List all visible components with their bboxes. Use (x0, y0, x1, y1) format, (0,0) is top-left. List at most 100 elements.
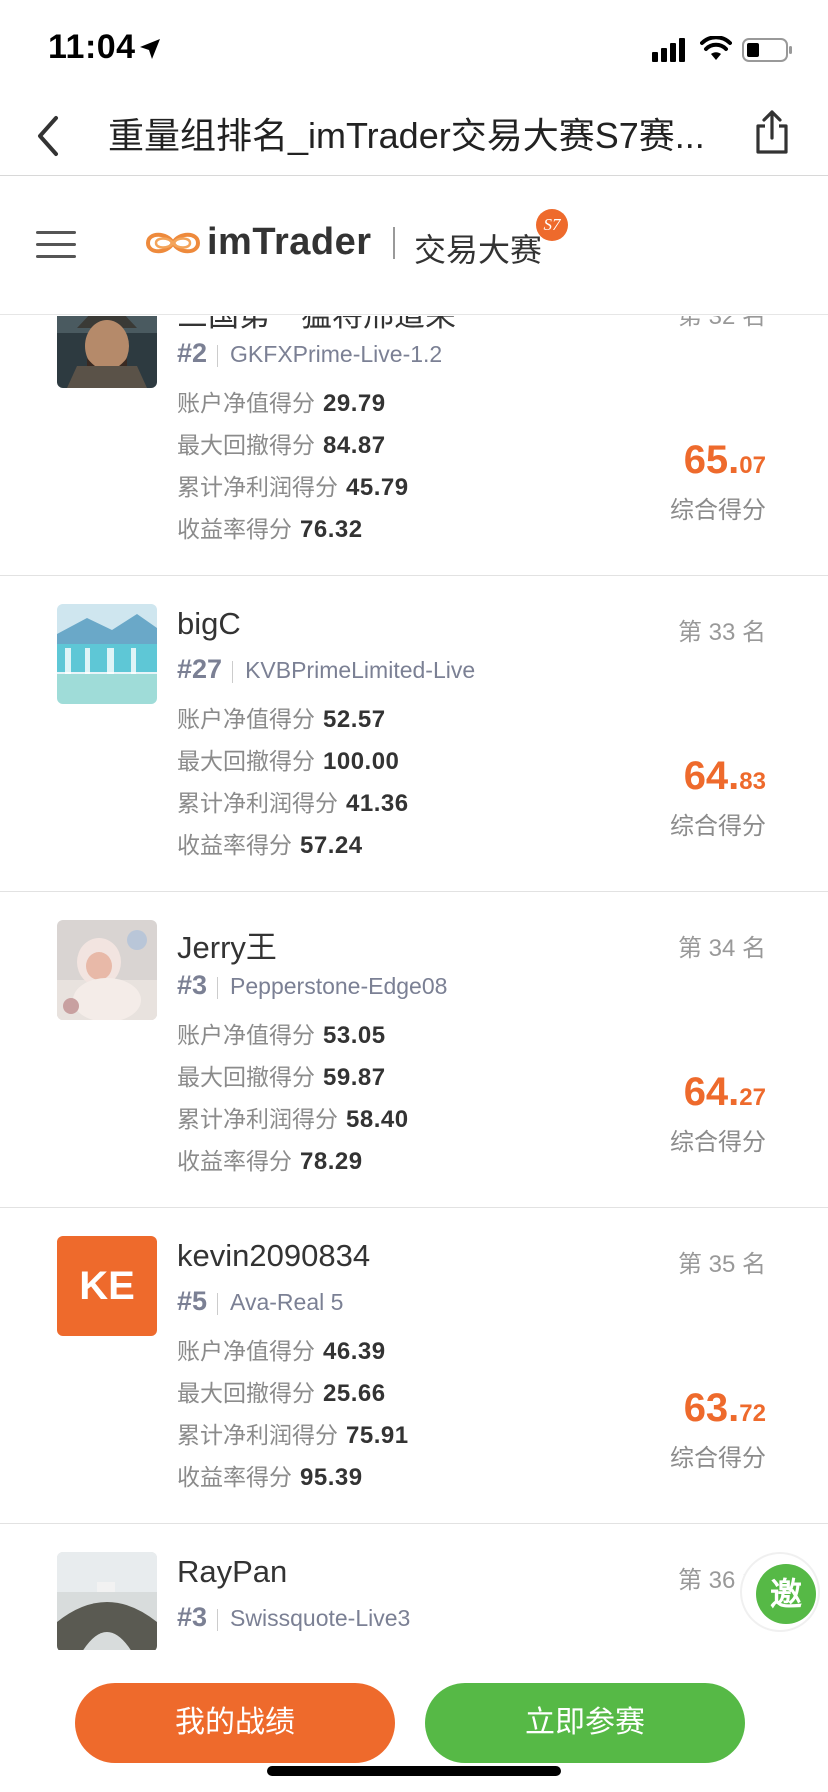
score-decimal: 07 (739, 452, 766, 479)
metric-drawdown: 最大回撤得分 25.66 (177, 1374, 386, 1408)
metric-value: 53.05 (323, 1022, 386, 1049)
season-badge: S7 (536, 209, 568, 241)
rank-line: #5 Ava-Real 5 (177, 1286, 343, 1317)
avatar (57, 604, 157, 704)
ranking-entry[interactable]: Jerry王 #3 Pepperstone-Edge08 账户净值得分 53.05 … (0, 892, 828, 1208)
invite-float-button[interactable]: 邀 (742, 1554, 818, 1630)
overall-place: 第 34 名 (677, 935, 766, 962)
metric-value: 25.66 (323, 1380, 386, 1407)
ranking-entry[interactable]: 三国第一猛将邢道荣 #2 GKFXPrime-Live-1.2 账户净值得分 29.… (0, 316, 828, 576)
nav-bar: 重量组排名_imTrader交易大赛S7赛... (0, 96, 828, 176)
divider (217, 1293, 219, 1316)
score-label: 综合得分 (670, 1129, 766, 1156)
divider (217, 977, 219, 1000)
metric-return: 收益率得分 95.39 (177, 1458, 363, 1492)
trader-name[interactable]: kevin2090834 (177, 1238, 370, 1274)
metric-label: 最大回撤得分 (177, 1380, 315, 1406)
hamburger-menu-icon[interactable] (36, 231, 76, 261)
infinity-logo-icon (145, 232, 201, 254)
wifi-icon (700, 36, 732, 60)
avatar (57, 920, 157, 1020)
overall-score: 64.83 (684, 754, 766, 799)
metric-label: 最大回撤得分 (177, 748, 315, 774)
cellular-signal-icon (652, 38, 685, 62)
trader-name[interactable]: RayPan (177, 1554, 287, 1590)
avatar (57, 316, 157, 388)
join-now-button[interactable]: 立即参赛 (425, 1683, 745, 1763)
invite-label: 邀 (756, 1564, 816, 1624)
server-name: Pepperstone-Edge08 (230, 973, 448, 999)
metric-label: 账户净值得分 (177, 390, 315, 416)
metric-value: 84.87 (323, 432, 386, 459)
trader-name[interactable]: Jerry王 (177, 922, 277, 967)
metric-value: 45.79 (346, 474, 409, 501)
metric-drawdown: 最大回撤得分 100.00 (177, 742, 399, 776)
ranking-entry[interactable]: bigC #27 KVBPrimeLimited-Live 账户净值得分 52.57… (0, 576, 828, 892)
ranking-entry[interactable]: KE kevin2090834 #5 Ava-Real 5 账户净值得分 46.39… (0, 1208, 828, 1524)
overall-place: 第 33 名 (677, 619, 766, 646)
score-integer: 64. (683, 1070, 740, 1114)
location-arrow-icon (140, 39, 160, 59)
metric-profit: 累计净利润得分 45.79 (177, 468, 409, 502)
score-integer: 64. (683, 754, 740, 798)
score-decimal: 83 (739, 768, 766, 795)
battery-icon (742, 38, 792, 62)
score-label: 综合得分 (670, 1445, 766, 1472)
metric-label: 账户净值得分 (177, 706, 315, 732)
metric-value: 29.79 (323, 390, 386, 417)
metric-drawdown: 最大回撤得分 59.87 (177, 1058, 386, 1092)
logo-text: imTrader (207, 221, 372, 263)
group-rank: #3 (177, 1602, 208, 1632)
avatar: KE (57, 1236, 157, 1336)
metric-value: 78.29 (300, 1148, 363, 1175)
trader-name[interactable]: 三国第一猛将邢道荣 (177, 316, 456, 335)
metric-label: 累计净利润得分 (177, 1422, 338, 1448)
metric-equity: 账户净值得分 46.39 (177, 1332, 386, 1366)
metric-value: 95.39 (300, 1464, 363, 1491)
my-record-button[interactable]: 我的战绩 (75, 1683, 395, 1763)
metric-label: 最大回撤得分 (177, 432, 315, 458)
group-rank: #5 (177, 1286, 208, 1316)
overall-score: 64.27 (684, 1070, 766, 1115)
rank-line: #3 Pepperstone-Edge08 (177, 970, 447, 1001)
status-time: 11:04 (48, 28, 136, 66)
trader-name[interactable]: bigC (177, 606, 241, 642)
rank-line: #3 Swissquote-Live3 (177, 1602, 410, 1633)
score-integer: 65. (683, 438, 740, 482)
server-name: Ava-Real 5 (230, 1289, 344, 1315)
metric-label: 账户净值得分 (177, 1022, 315, 1048)
metric-equity: 账户净值得分 52.57 (177, 700, 386, 734)
back-chevron-icon[interactable] (30, 112, 70, 160)
metric-equity: 账户净值得分 29.79 (177, 384, 386, 418)
metric-value: 75.91 (346, 1422, 409, 1449)
metric-value: 100.00 (323, 748, 400, 775)
group-rank: #3 (177, 970, 208, 1000)
metric-label: 收益率得分 (177, 1464, 292, 1490)
metric-profit: 累计净利润得分 75.91 (177, 1416, 409, 1450)
overall-score: 65.07 (684, 438, 766, 483)
overall-score: 63.72 (684, 1386, 766, 1431)
divider (217, 345, 219, 368)
metric-equity: 账户净值得分 53.05 (177, 1016, 386, 1050)
metric-label: 累计净利润得分 (177, 790, 338, 816)
server-name: Swissquote-Live3 (230, 1605, 411, 1631)
metric-profit: 累计净利润得分 58.40 (177, 1100, 409, 1134)
metric-return: 收益率得分 76.32 (177, 510, 363, 544)
ranking-entry[interactable]: RayPan #3 Swissquote-Live3 第 36 名 (0, 1524, 828, 1650)
avatar-initials: KE (57, 1236, 157, 1336)
metric-value: 76.32 (300, 516, 363, 543)
rank-line: #27 KVBPrimeLimited-Live (177, 654, 475, 685)
metric-return: 收益率得分 57.24 (177, 826, 363, 860)
score-label: 综合得分 (670, 497, 766, 524)
divider (217, 1609, 219, 1632)
home-indicator (267, 1766, 561, 1776)
status-bar: 11:04 (0, 0, 828, 96)
metric-label: 收益率得分 (177, 1148, 292, 1174)
share-icon[interactable] (752, 108, 792, 156)
overall-place: 第 32 名 (677, 316, 766, 330)
divider (232, 661, 234, 684)
group-rank: #2 (177, 338, 208, 368)
logo-divider (393, 227, 395, 259)
metric-value: 58.40 (346, 1106, 409, 1133)
ranking-list[interactable]: 三国第一猛将邢道荣 #2 GKFXPrime-Live-1.2 账户净值得分 29.… (0, 316, 828, 1650)
